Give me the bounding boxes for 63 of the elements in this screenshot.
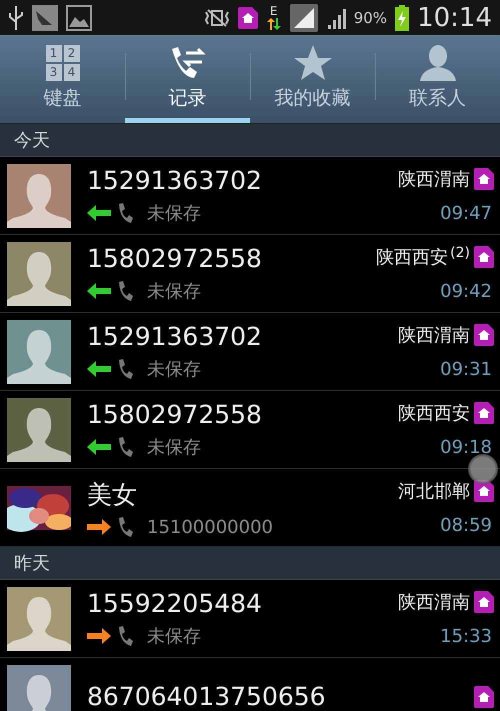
phone-icon — [117, 359, 133, 379]
battery-percent: 90% — [354, 8, 388, 26]
call-time: 15:33 — [440, 626, 492, 647]
sim-icon — [474, 168, 494, 190]
outgoing-arrow-icon — [87, 519, 111, 535]
sim-icon — [474, 686, 494, 708]
call-count: (2) — [450, 245, 470, 261]
signal-icon — [326, 6, 346, 28]
image-icon — [66, 4, 92, 30]
tab[interactable]: 联系人 — [375, 35, 500, 123]
call-time: 08:59 — [440, 515, 492, 536]
star-icon — [294, 45, 332, 81]
notification-icon — [32, 4, 58, 30]
sim-icon — [474, 246, 494, 268]
incoming-arrow-icon — [87, 205, 111, 221]
sim-icon — [474, 480, 494, 502]
call-time: 09:47 — [440, 203, 492, 224]
call-detail: 15100000000 — [147, 516, 273, 538]
incoming-arrow-icon — [87, 283, 111, 299]
battery-charging-icon — [395, 4, 410, 30]
caller-number: 867064013750656 — [87, 682, 327, 711]
person-icon — [418, 45, 458, 81]
sim-icon — [474, 591, 494, 613]
caller-location: 陕西渭南 — [398, 324, 470, 347]
phone-icon — [117, 437, 133, 457]
phone-icon — [117, 517, 133, 537]
caller-number: 15291363702 — [87, 166, 263, 195]
sim-icon — [238, 6, 258, 28]
caller-location: 陕西渭南 — [398, 168, 470, 191]
caller-location: 陕西渭南 — [398, 591, 470, 614]
tab[interactable]: 1 2 3 4 键盘 — [0, 35, 125, 123]
sim-icon — [474, 324, 494, 346]
call-detail: 未保存 — [147, 358, 201, 381]
caller-number: 15802972558 — [87, 400, 263, 429]
section-header: 昨天 — [14, 552, 50, 575]
call-time: 09:31 — [440, 359, 492, 380]
incoming-arrow-icon — [87, 439, 111, 455]
caller-number: 美女 — [87, 478, 138, 510]
tab[interactable]: 我的收藏 — [250, 35, 375, 123]
caller-location: 河北邯郸 — [398, 480, 470, 503]
vibrate-mute-icon — [204, 8, 230, 28]
signal-icon — [290, 4, 318, 32]
caller-number: 15592205484 — [87, 589, 263, 618]
call-time: 09:42 — [440, 281, 492, 302]
phone-icon — [117, 281, 133, 301]
call-detail: 未保存 — [147, 625, 201, 648]
clock: 10:14 — [417, 2, 492, 32]
incoming-arrow-icon — [87, 361, 111, 377]
section-header: 今天 — [14, 129, 50, 152]
call-time: 09:18 — [440, 437, 492, 458]
caller-number: 15802972558 — [87, 244, 263, 273]
call-detail: 未保存 — [147, 202, 201, 225]
caller-number: 15291363702 — [87, 322, 263, 351]
floating-button[interactable] — [468, 454, 498, 484]
caller-location: 陕西西安 — [376, 246, 448, 269]
outgoing-arrow-icon — [87, 628, 111, 644]
call-detail: 未保存 — [147, 280, 201, 303]
sim-icon — [474, 402, 494, 424]
caller-location: 陕西西安 — [398, 402, 470, 425]
usb-icon — [8, 6, 24, 30]
phone-icon — [117, 626, 133, 646]
phone-icon — [117, 203, 133, 223]
call-detail: 未保存 — [147, 436, 201, 459]
